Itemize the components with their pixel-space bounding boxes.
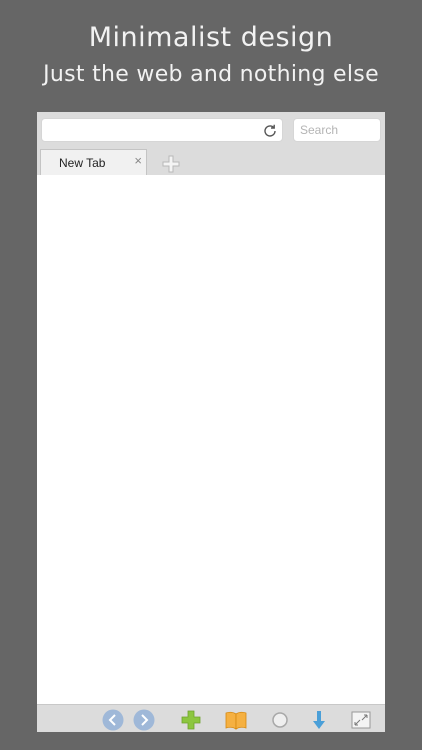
url-input[interactable] (41, 118, 283, 142)
browser-top-bar: New Tab × (37, 112, 385, 176)
promo-headline: Minimalist design (88, 22, 334, 53)
tab-new-tab[interactable]: New Tab × (40, 149, 147, 176)
search-input[interactable] (293, 118, 381, 142)
new-tab-icon[interactable] (162, 155, 180, 173)
promo-subheadline: Just the web and nothing else (43, 62, 379, 87)
back-icon[interactable] (102, 709, 124, 731)
download-icon[interactable] (308, 709, 330, 731)
tab-label: New Tab (59, 156, 106, 170)
reload-icon[interactable] (262, 123, 278, 139)
forward-icon[interactable] (133, 709, 155, 731)
tab-close-icon[interactable]: × (134, 154, 142, 168)
bottom-toolbar (37, 704, 385, 732)
fullscreen-icon[interactable] (350, 709, 372, 731)
add-bookmark-icon[interactable] (180, 709, 202, 731)
browser-window: New Tab × (37, 112, 385, 732)
circle-icon[interactable] (269, 709, 291, 731)
bookmarks-book-icon[interactable] (225, 709, 247, 731)
web-content-area[interactable] (37, 175, 385, 704)
